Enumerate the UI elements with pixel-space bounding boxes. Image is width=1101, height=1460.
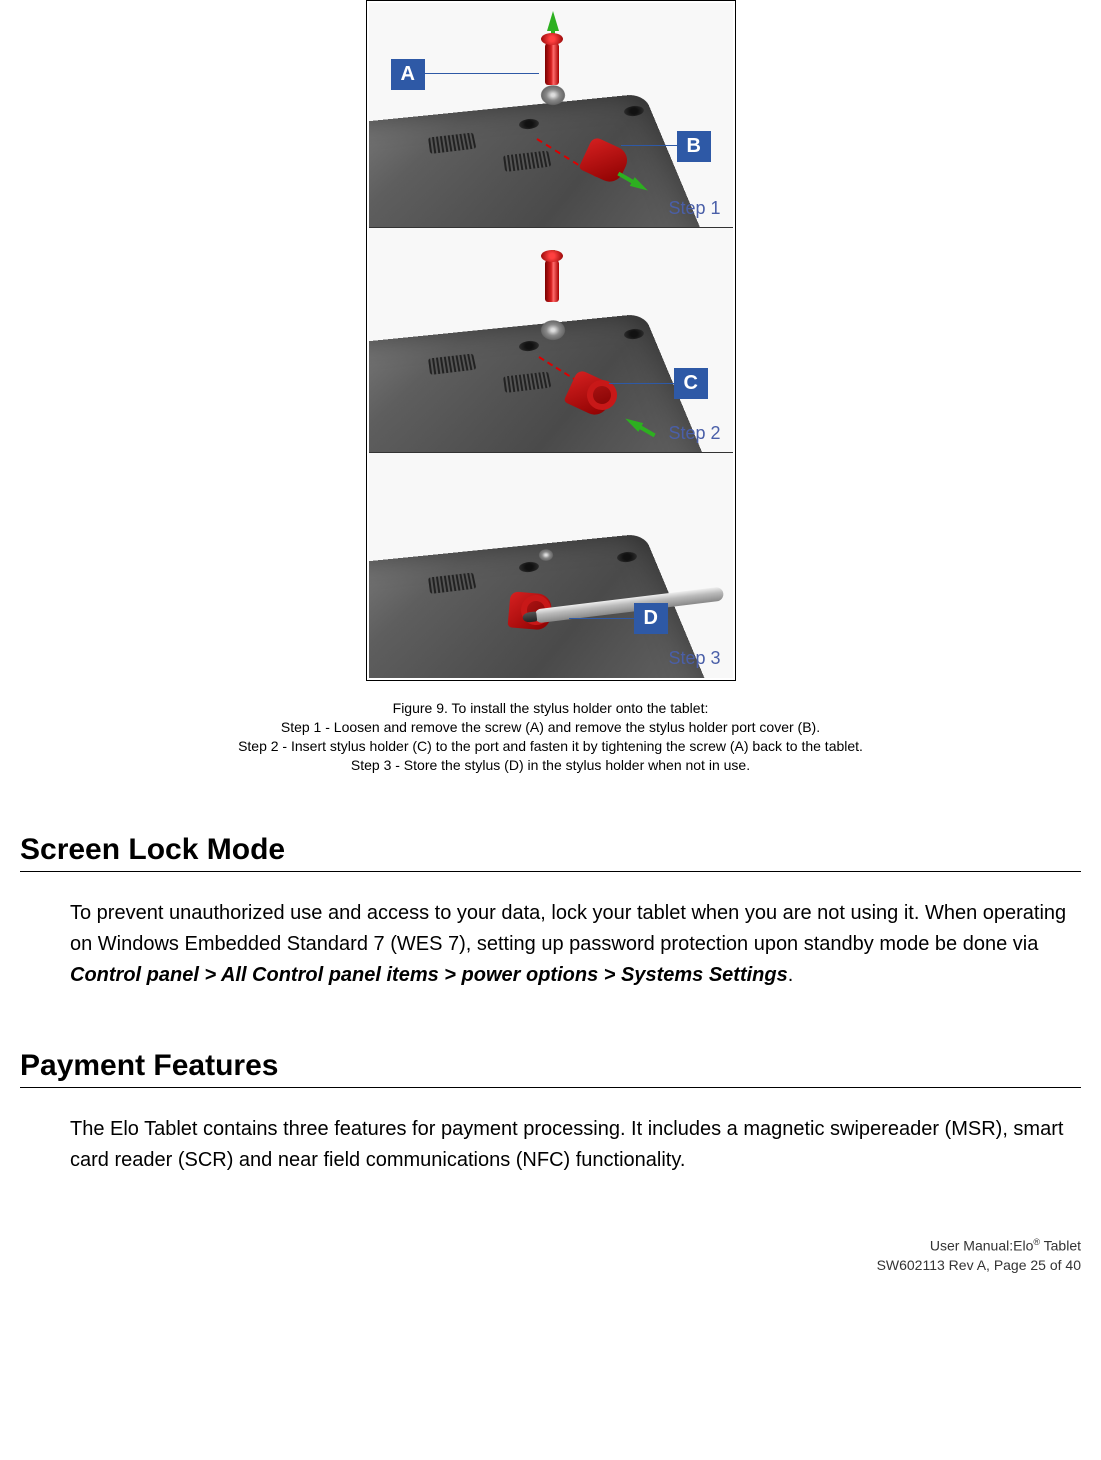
caption-step-3: Step 3 - Store the stylus (D) in the sty… (351, 757, 750, 773)
heading-screen-lock-mode: Screen Lock Mode (20, 833, 1081, 872)
screen-lock-post: . (788, 964, 794, 986)
footer-line1-post: Tablet (1040, 1237, 1081, 1253)
footer-registered-symbol: ® (1033, 1237, 1040, 1247)
footer-line1-pre: User Manual:Elo (930, 1237, 1034, 1253)
figure-caption: Figure 9. To install the stylus holder o… (20, 699, 1081, 775)
payment-paragraph: The Elo Tablet contains three features f… (70, 1114, 1081, 1176)
label-b: B (677, 131, 711, 162)
figure-9: A B Step 1 C Step 2 D St (366, 0, 736, 681)
screen-lock-pre: To prevent unauthorized use and access t… (70, 902, 1066, 955)
label-c: C (674, 368, 708, 399)
screen-lock-path: Control panel > All Control panel items … (70, 964, 788, 986)
step-label-2: Step 2 (669, 423, 721, 444)
screen-lock-paragraph: To prevent unauthorized use and access t… (70, 898, 1081, 991)
label-a: A (391, 59, 425, 90)
caption-step-1: Step 1 - Loosen and remove the screw (A)… (281, 719, 820, 735)
page-footer: User Manual:Elo® Tablet SW602113 Rev A, … (20, 1236, 1081, 1276)
step-label-1: Step 1 (669, 198, 721, 219)
footer-line2: SW602113 Rev A, Page 25 of 40 (877, 1257, 1081, 1273)
figure-step-3-image: D Step 3 (369, 453, 733, 678)
figure-step-1-image: A B Step 1 (369, 3, 733, 228)
caption-step-2: Step 2 - Insert stylus holder (C) to the… (238, 738, 863, 754)
caption-title: Figure 9. To install the stylus holder o… (393, 700, 709, 716)
step-label-3: Step 3 (669, 648, 721, 669)
figure-step-2-image: C Step 2 (369, 228, 733, 453)
heading-payment-features: Payment Features (20, 1049, 1081, 1088)
label-d: D (634, 603, 668, 634)
